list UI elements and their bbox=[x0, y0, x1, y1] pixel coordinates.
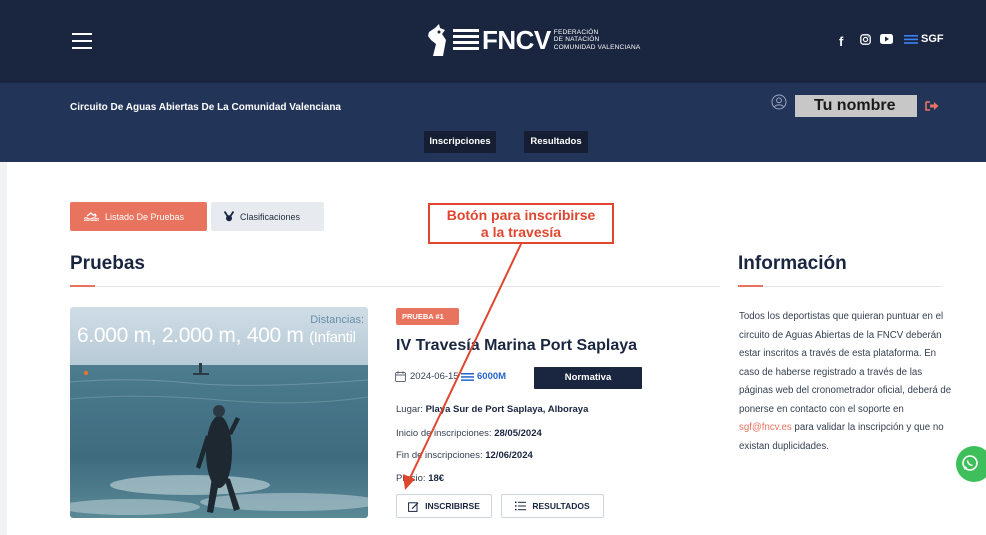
logo-subtitle: FEDERACIÓN DE NATACIÓN COMUNIDAD VALENCI… bbox=[554, 29, 641, 52]
nav-resultados-button[interactable]: Resultados bbox=[524, 131, 588, 153]
instagram-icon[interactable] bbox=[860, 34, 871, 45]
waves-logo-icon bbox=[453, 29, 479, 50]
left-edge-strip bbox=[0, 162, 7, 535]
logo-sub-line2: DE NATACIÓN bbox=[553, 36, 600, 44]
support-email-link[interactable]: sgf@fncv.es bbox=[739, 422, 792, 433]
top-header: FNCV FEDERACIÓN DE NATACIÓN COMUNIDAD VA… bbox=[0, 0, 986, 83]
user-name[interactable]: Tu nombre bbox=[795, 95, 917, 117]
info-text-before: Todos los deportistas que quieran puntua… bbox=[739, 311, 952, 415]
medal-icon bbox=[224, 211, 234, 222]
distance-value: 6000M bbox=[477, 371, 507, 382]
whatsapp-icon bbox=[962, 455, 978, 471]
image-caption: 6.000 m, 2.000 m, 400 m (Infantil bbox=[77, 324, 356, 348]
image-caption-small: (Infantil bbox=[309, 329, 356, 346]
fncv-logo[interactable]: FNCV FEDERACIÓN DE NATACIÓN COMUNIDAD VA… bbox=[425, 20, 640, 60]
event-fin-inscripciones: Fin de inscripciones: 12/06/2024 bbox=[396, 450, 533, 461]
event-lugar: Lugar: Playa Sur de Port Saplaya, Albora… bbox=[396, 404, 588, 415]
informacion-divider-accent bbox=[738, 285, 763, 287]
normativa-button[interactable]: Normativa bbox=[534, 367, 642, 389]
informacion-heading: Información bbox=[738, 253, 847, 274]
nav-inscripciones-button[interactable]: Inscripciones bbox=[424, 131, 496, 153]
menu-icon[interactable] bbox=[72, 33, 92, 49]
informacion-text: Todos los deportistas que quieran puntua… bbox=[739, 308, 954, 456]
annotation-line2: a la travesía bbox=[480, 224, 562, 240]
pruebas-heading: Pruebas bbox=[70, 253, 145, 274]
distance-link[interactable]: 6000M bbox=[461, 371, 506, 382]
tab-listado-de-pruebas[interactable]: Listado De Pruebas bbox=[70, 202, 207, 231]
event-image[interactable]: Distancias: 6.000 m, 2.000 m, 400 m (Inf… bbox=[70, 307, 368, 518]
distance-lines-icon bbox=[461, 372, 474, 381]
tab-clasificaciones[interactable]: Clasificaciones bbox=[211, 202, 324, 231]
pruebas-divider bbox=[70, 286, 720, 287]
facebook-icon[interactable]: f bbox=[839, 34, 843, 49]
inicio-value: 28/05/2024 bbox=[494, 428, 542, 439]
precio-value: 18€ bbox=[428, 473, 445, 484]
event-precio: Precio: 18€ bbox=[396, 473, 444, 484]
calendar-icon bbox=[395, 371, 406, 382]
informacion-divider bbox=[738, 286, 943, 287]
fin-label: Fin de inscripciones: bbox=[396, 450, 486, 461]
pruebas-divider-accent bbox=[70, 285, 95, 287]
logo-sub-line3: COMUNIDAD VALENCIANA bbox=[553, 43, 641, 51]
list-icon bbox=[515, 501, 527, 511]
sgf-lines-icon bbox=[904, 34, 918, 44]
horse-logo-icon bbox=[428, 24, 446, 56]
lugar-label: Lugar: bbox=[396, 404, 426, 415]
whatsapp-button[interactable] bbox=[956, 446, 986, 482]
edit-icon bbox=[408, 501, 419, 512]
sgf-label: SGF bbox=[921, 33, 944, 45]
annotation-callout: Botón para inscribirse a la travesía bbox=[428, 203, 614, 244]
youtube-icon[interactable] bbox=[880, 34, 893, 44]
lugar-value: Playa Sur de Port Saplaya, Alboraya bbox=[425, 404, 589, 415]
resultados-button[interactable]: RESULTADOS bbox=[501, 494, 604, 518]
logo-wordmark: FNCV bbox=[482, 24, 551, 55]
logout-icon[interactable] bbox=[925, 99, 939, 113]
inicio-label: Inicio de inscripciones: bbox=[396, 428, 495, 439]
user-icon[interactable] bbox=[771, 94, 787, 110]
event-title[interactable]: IV Travesía Marina Port Saplaya bbox=[396, 337, 637, 355]
inscribirse-button[interactable]: INSCRIBIRSE bbox=[396, 494, 492, 518]
event-date: 2024-06-15 bbox=[395, 371, 459, 382]
prueba-badge: PRUEBA #1 bbox=[396, 308, 459, 325]
tab-listado-label: Listado De Pruebas bbox=[105, 211, 185, 222]
fin-value: 12/06/2024 bbox=[485, 450, 533, 461]
event-inicio-inscripciones: Inicio de inscripciones: 28/05/2024 bbox=[396, 428, 542, 439]
sgf-link[interactable]: SGF bbox=[904, 33, 944, 45]
circuit-title: Circuito De Aguas Abiertas De La Comunid… bbox=[70, 102, 341, 113]
annotation-line1: Botón para inscribirse bbox=[446, 207, 596, 223]
swimmer-icon bbox=[84, 212, 99, 221]
tab-clasificaciones-label: Clasificaciones bbox=[240, 211, 301, 222]
image-caption-main: 6.000 m, 2.000 m, 400 m bbox=[77, 324, 304, 347]
event-date-value: 2024-06-15 bbox=[410, 371, 459, 382]
resultados-label: RESULTADOS bbox=[532, 501, 590, 511]
inscribirse-label: INSCRIBIRSE bbox=[425, 501, 480, 511]
precio-label: Precio: bbox=[396, 473, 429, 484]
